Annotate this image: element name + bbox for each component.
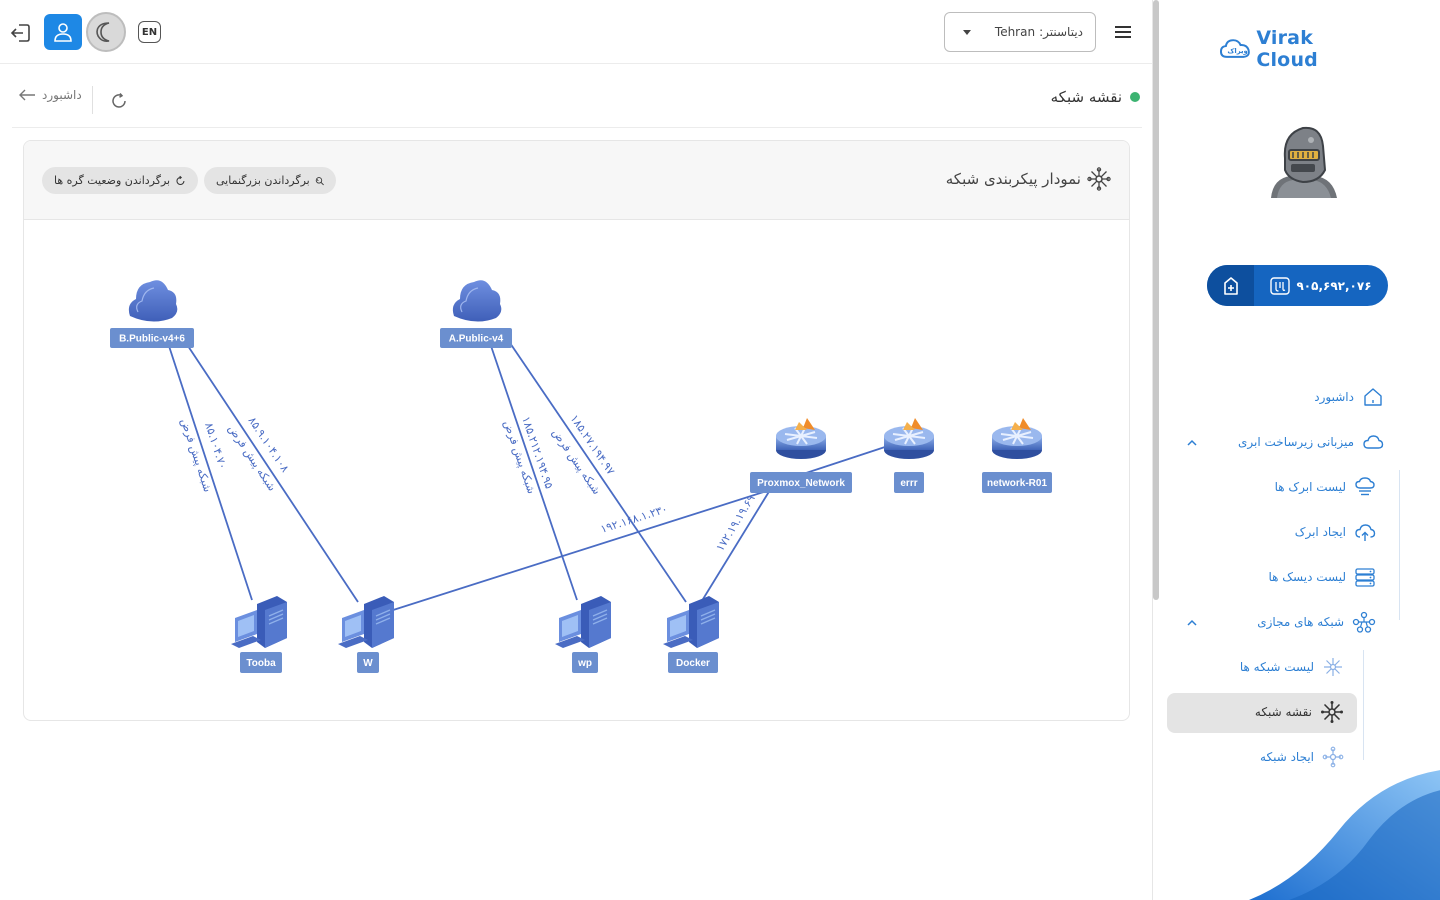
nav-network-create[interactable]: ایجاد شبکه (1260, 742, 1344, 772)
network-add-icon (1322, 746, 1344, 768)
nav-disk-list-label: لیست دیسک ها (1268, 570, 1346, 584)
logout-button[interactable] (8, 20, 34, 46)
nav-cloud-create-label: ایجاد ابرک (1294, 525, 1346, 539)
divider (92, 86, 93, 114)
hamburger-icon (1115, 26, 1131, 38)
reset-zoom-button[interactable]: برگرداندن بزرگنمایی (204, 167, 336, 194)
chevron-up-icon[interactable] (1185, 436, 1199, 450)
wallet-balance-bar: ۹۰۵,۶۹۲,۰۷۶ (1207, 265, 1388, 306)
node-label: wp (577, 658, 592, 669)
cloud-upload-icon (1355, 524, 1376, 541)
nav-network-list-label: لیست شبکه ها (1239, 660, 1314, 674)
reset-zoom-label: برگرداندن بزرگنمایی (216, 174, 310, 187)
node-label: network-R01 (987, 478, 1047, 489)
datacenter-label: دیتاسنتر: (1039, 25, 1083, 39)
datacenter-select[interactable]: دیتاسنتر: Tehran (944, 12, 1096, 52)
topbar: EN دیتاسنتر: Tehran (0, 0, 1152, 64)
brand-logo[interactable]: ویراک Virak Cloud (1219, 27, 1379, 71)
tree-line (1363, 650, 1364, 760)
datacenter-value: Tehran (994, 25, 1036, 39)
moon-icon (96, 22, 110, 42)
cloud-icon (1363, 435, 1384, 449)
refresh-button[interactable] (108, 90, 130, 112)
cloud-list-icon (1355, 477, 1375, 496)
menu-toggle-button[interactable] (1112, 22, 1134, 42)
add-wallet-icon (1223, 276, 1238, 295)
node-label: errr (900, 478, 917, 489)
robot-avatar[interactable] (1263, 120, 1343, 202)
nav-virtual-networks[interactable]: شبکه های مجازی (1257, 607, 1376, 637)
theme-toggle-button[interactable] (86, 12, 126, 52)
user-icon (54, 23, 72, 42)
nav-dashboard-label: داشبورد (1314, 390, 1354, 404)
nav-cloud-list[interactable]: لیست ابرک ها (1275, 472, 1376, 502)
page-title-group: نقشه شبکه (1051, 88, 1140, 106)
home-icon (1364, 388, 1382, 406)
cloud-logo-icon: ویراک (1219, 39, 1250, 58)
nav-network-list[interactable]: لیست شبکه ها (1240, 652, 1344, 682)
tree-line (1399, 470, 1400, 620)
nav-cloud-infra[interactable]: میزبانی زیرساخت ابری (1238, 427, 1384, 457)
back-link-label: داشبورد (42, 88, 82, 102)
profile-button[interactable] (44, 14, 82, 50)
wallet-amount-value: ۹۰۵,۶۹۲,۰۷۶ (1296, 278, 1372, 293)
language-button[interactable]: EN (138, 21, 161, 43)
nav-disk-list[interactable]: لیست دیسک ها (1268, 562, 1376, 592)
wallet-amount: ۹۰۵,۶۹۲,۰۷۶ (1254, 276, 1388, 295)
zoom-reset-icon (315, 176, 324, 185)
chevron-up-icon[interactable] (1185, 616, 1199, 630)
storage-icon (1355, 568, 1375, 587)
reset-icon (176, 175, 185, 185)
status-dot (1130, 92, 1140, 102)
nav-network-create-label: ایجاد شبکه (1260, 750, 1314, 764)
node-label: B.Public-v4+6 (119, 334, 185, 345)
network-list-icon (1324, 658, 1342, 676)
nav-dashboard[interactable]: داشبورد (1314, 382, 1384, 412)
nav-cloud-create[interactable]: ایجاد ابرک (1295, 517, 1376, 547)
svg-text:ویراک: ویراک (1227, 47, 1247, 55)
node-label: A.Public-v4 (449, 334, 504, 345)
sidebar-scrollbar[interactable] (1153, 0, 1159, 600)
nav-cloud-infra-label: میزبانی زیرساخت ابری (1238, 435, 1354, 449)
network-tree-icon (1352, 611, 1376, 633)
wallet-charge-button[interactable] (1207, 265, 1254, 306)
node-label: W (363, 658, 373, 669)
card-header: نمودار پیکربندی شبکه برگرداندن بزرگنمایی… (24, 141, 1129, 220)
node-label: Docker (676, 658, 710, 669)
caret-down-icon (963, 30, 971, 35)
node-label: Proxmox_Network (757, 478, 845, 489)
nav-network-map[interactable]: نقشه شبکه (1255, 697, 1344, 727)
sidebar: ویراک Virak Cloud ۹۰۵,۶۹۲,۰۷۶ داشبورد می… (1152, 0, 1440, 900)
divider (12, 127, 1142, 128)
logout-icon (10, 24, 30, 42)
node-label: Tooba (246, 658, 276, 669)
rial-currency-icon (1270, 276, 1291, 295)
brand-name: Virak Cloud (1256, 27, 1318, 71)
reset-nodes-label: برگرداندن وضعیت گره ها (54, 174, 171, 187)
nav-virtual-networks-label: شبکه های مجازی (1257, 615, 1344, 629)
card-title: نمودار پیکربندی شبکه (945, 170, 1081, 188)
arrow-left-icon (19, 89, 35, 101)
back-to-dashboard-link[interactable]: داشبورد (18, 88, 82, 102)
decorative-wave (1249, 770, 1440, 900)
nav-cloud-list-label: لیست ابرک ها (1274, 480, 1346, 494)
card-title-group: نمودار پیکربندی شبکه (946, 167, 1111, 191)
reset-nodes-button[interactable]: برگرداندن وضعیت گره ها (42, 167, 198, 194)
refresh-icon (112, 92, 126, 108)
network-map-icon (1087, 167, 1111, 191)
page-title: نقشه شبکه (1050, 88, 1122, 106)
nav-network-map-label: نقشه شبکه (1254, 705, 1312, 719)
network-map-icon (1321, 701, 1343, 723)
